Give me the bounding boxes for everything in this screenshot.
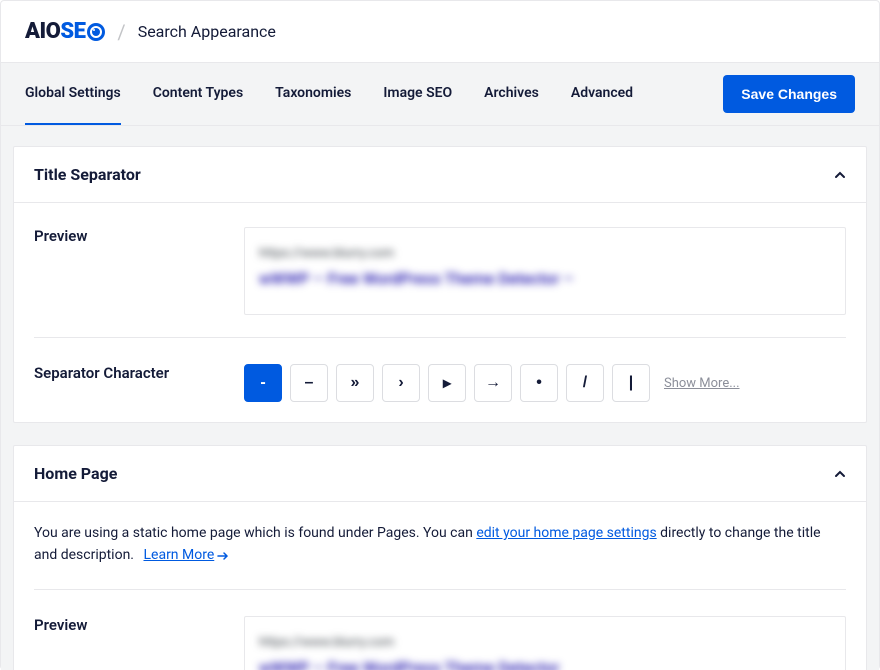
sep-triangle[interactable]: ▸ <box>428 364 466 402</box>
tab-taxonomies[interactable]: Taxonomies <box>275 63 351 125</box>
learn-more-label: Learn More <box>143 544 214 566</box>
card-body: You are using a static home page which i… <box>14 502 866 670</box>
arrow-right-icon <box>217 551 229 561</box>
card-header-home-page[interactable]: Home Page <box>14 446 866 502</box>
logo-prefix: AIO <box>25 19 60 44</box>
page-title: Search Appearance <box>138 22 276 41</box>
show-more-link[interactable]: Show More... <box>664 376 740 391</box>
card-title: Title Separator <box>34 165 141 184</box>
sep-pipe[interactable]: | <box>612 364 650 402</box>
preview-value: https://www.blurry.com wWWP – Free WordP… <box>244 227 846 315</box>
sep-ndash[interactable]: – <box>290 364 328 402</box>
tab-content-types[interactable]: Content Types <box>153 63 243 125</box>
preview-value: https://www.blurry.com wWWP – Free WordP… <box>244 616 846 670</box>
logo-suffix: SE <box>60 19 85 44</box>
separator-options: - – » › ▸ → • / | Show More... <box>244 364 846 402</box>
separator-label: Separator Character <box>34 364 244 402</box>
sep-rsaquo[interactable]: › <box>382 364 420 402</box>
tab-archives[interactable]: Archives <box>484 63 539 125</box>
card-title: Home Page <box>34 464 117 483</box>
card-body: Preview https://www.blurry.com wWWP – Fr… <box>14 203 866 422</box>
logo: AIOSE <box>25 19 105 44</box>
chevron-up-icon <box>834 169 846 181</box>
preview-label: Preview <box>34 227 244 315</box>
separator-value: - – » › ▸ → • / | Show More... <box>244 364 846 402</box>
preview-box: https://www.blurry.com wWWP – Free WordP… <box>244 616 846 670</box>
row-preview-home: Preview https://www.blurry.com wWWP – Fr… <box>34 612 846 670</box>
edit-home-page-link[interactable]: edit your home page settings <box>476 525 656 541</box>
tab-global-settings[interactable]: Global Settings <box>25 63 121 125</box>
tabs-bar: Global Settings Content Types Taxonomies… <box>1 63 879 126</box>
logo-gear-icon <box>87 23 105 41</box>
tab-advanced[interactable]: Advanced <box>571 63 633 125</box>
save-button[interactable]: Save Changes <box>723 75 855 113</box>
preview-url: https://www.blurry.com <box>259 635 831 650</box>
sep-bullet[interactable]: • <box>520 364 558 402</box>
sep-dash[interactable]: - <box>244 364 282 402</box>
preview-title: wWWP – Free WordPress Theme Detector <box>259 658 831 670</box>
card-home-page: Home Page You are using a static home pa… <box>13 445 867 670</box>
notice-text-prefix: You are using a static home page which i… <box>34 525 476 541</box>
preview-label: Preview <box>34 616 244 670</box>
content-area: Title Separator Preview https://www.blur… <box>1 126 879 670</box>
sep-arrow[interactable]: → <box>474 364 512 402</box>
preview-box: https://www.blurry.com wWWP – Free WordP… <box>244 227 846 315</box>
row-separator: Separator Character - – » › ▸ → • / | Sh… <box>34 360 846 402</box>
sep-raquo[interactable]: » <box>336 364 374 402</box>
preview-url: https://www.blurry.com <box>259 246 831 261</box>
chevron-up-icon <box>834 468 846 480</box>
card-title-separator: Title Separator Preview https://www.blur… <box>13 146 867 423</box>
sep-slash[interactable]: / <box>566 364 604 402</box>
tabs: Global Settings Content Types Taxonomies… <box>25 63 633 125</box>
home-page-notice: You are using a static home page which i… <box>34 522 846 590</box>
row-preview: Preview https://www.blurry.com wWWP – Fr… <box>34 223 846 338</box>
app-header: AIOSE / Search Appearance <box>1 1 879 63</box>
preview-title: wWWP – Free WordPress Theme Detector – <box>259 269 831 288</box>
tab-image-seo[interactable]: Image SEO <box>383 63 452 125</box>
learn-more-link[interactable]: Learn More <box>143 544 229 566</box>
card-header-title-separator[interactable]: Title Separator <box>14 147 866 203</box>
breadcrumb-separator: / <box>117 20 125 44</box>
